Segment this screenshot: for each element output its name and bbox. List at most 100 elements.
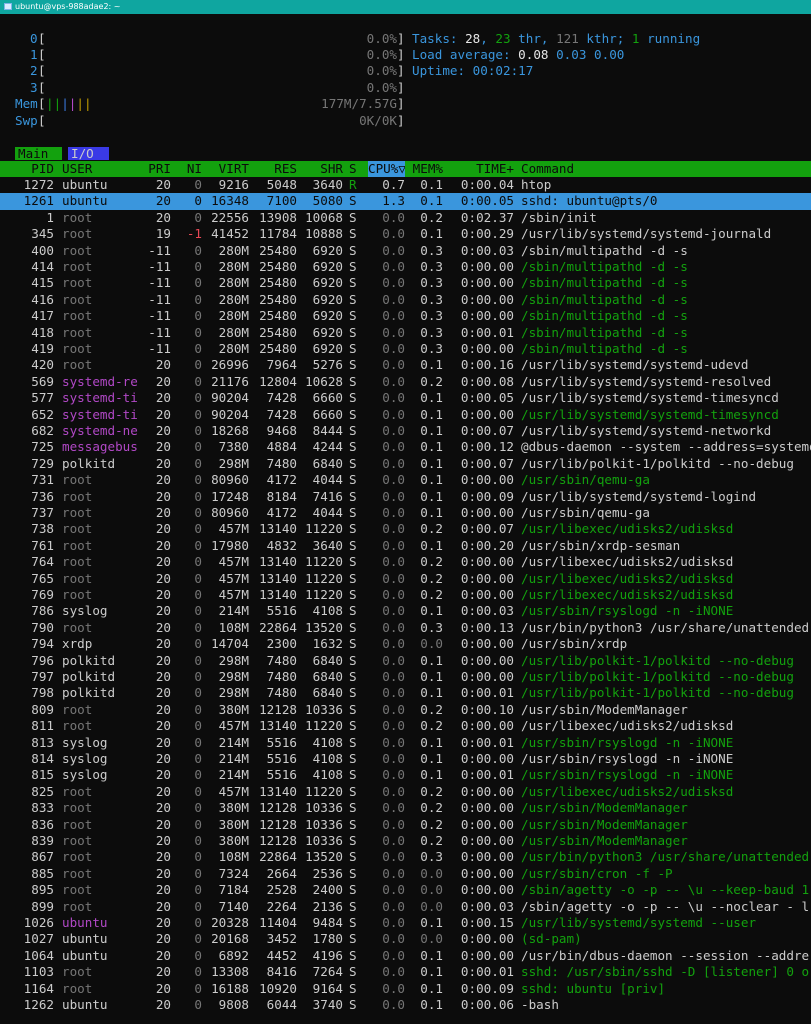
column-header-time[interactable]: TIME+ xyxy=(443,161,514,177)
process-row[interactable]: 809 root 20 0 380M 12128 10336 S 0.0 0.2 0:00.10/u… xyxy=(0,702,811,718)
process-row[interactable]: 1261 ubuntu 20 0 16348 7100 5080 S 1.3 0.1 0:00.05… xyxy=(0,193,811,210)
process-row[interactable]: 1272 ubuntu 20 0 9216 5048 3640 R 0.7 0.1 0:00.04 h… xyxy=(0,177,811,193)
process-virt: 108M xyxy=(218,619,249,635)
process-row[interactable]: 790 root 20 0 108M 22864 13520 S 0.0 0.3 0:00.13/u… xyxy=(0,620,811,636)
process-res: 7480 xyxy=(266,669,297,684)
process-user: root xyxy=(62,537,93,553)
process-row[interactable]: 737 root 20 0 80960 4172 4044 S 0.0 0.1 0:00.00/us… xyxy=(0,505,811,521)
process-row[interactable]: 797 polkitd 20 0 298M 7480 6840 S 0.0 0.1 0:00.00 /… xyxy=(0,669,811,685)
column-header-priority[interactable]: PRI xyxy=(146,161,171,177)
process-row[interactable]: 682 systemd-ne 20 0 18268 9468 8444 S 0.0 0.1 0:00… xyxy=(0,423,811,439)
process-row[interactable]: 416 root -11 0 280M 25480 6920 S 0.0 0.3 0:00.00/s… xyxy=(0,292,811,308)
column-header-mem-percent[interactable]: MEM% xyxy=(405,161,443,177)
process-row[interactable]: 418 root -11 0 280M 25480 6920 S 0.0 0.3 0:00.01/s… xyxy=(0,325,811,341)
process-row[interactable]: 652 systemd-ti 20 0 90204 7428 6660 S 0.0 0.1 0:00… xyxy=(0,407,811,423)
process-row[interactable]: 1064 ubuntu 20 0 6892 4452 4196 S 0.0 0.1 0:00.00 /… xyxy=(0,948,811,964)
process-time: 0:00.07 xyxy=(460,521,514,537)
process-row[interactable]: 786 syslog 20 0 214M 5516 4108 S 0.0 0.1 0:00.03/u… xyxy=(0,603,811,619)
process-user: syslog xyxy=(62,767,108,783)
process-row[interactable]: 569 systemd-re 20 0 21176 12804 10628 S 0.0 0.2 0:… xyxy=(0,374,811,390)
process-row[interactable]: 798 polkitd 20 0 298M 7480 6840 S 0.0 0.1 0:00.01 /… xyxy=(0,685,811,701)
tab-io[interactable]: I/O xyxy=(68,147,109,160)
process-row[interactable]: 1164 root 20 0 16188 10920 9164 S 0.0 0.1 0:00.09 s… xyxy=(0,981,811,997)
process-row[interactable]: 839 root 20 0 380M 12128 10336 S 0.0 0.2 0:00.00/u… xyxy=(0,833,811,849)
process-row[interactable]: 400 root -11 0 280M 25480 6920 S 0.0 0.3 0:00.03/s… xyxy=(0,243,811,259)
column-header-user[interactable]: USER xyxy=(62,161,146,177)
terminal-icon xyxy=(4,3,12,10)
process-row[interactable]: 731 root 20 0 80960 4172 4044 S 0.0 0.1 0:00.00/us… xyxy=(0,472,811,488)
process-row[interactable]: 811 root 20 0 457M 13140 11220 S 0.0 0.2 0:00.00/u… xyxy=(0,718,811,734)
process-row[interactable]: 725 messagebus 20 0 7380 4884 4244 S 0.0 0.1 0:00.… xyxy=(0,439,811,455)
process-row[interactable]: 736 root 20 0 17248 8184 7416 S 0.0 0.1 0:00.09/us… xyxy=(0,489,811,505)
column-header-cpu-percent[interactable]: CPU%▽ xyxy=(368,160,405,177)
process-cpu-percent: 0.0 xyxy=(382,865,405,881)
process-row[interactable]: 577 systemd-ti 20 0 90204 7428 6660 S 0.0 0.1 0:00… xyxy=(0,390,811,406)
process-res: 12804 xyxy=(259,373,297,389)
process-row[interactable]: 813 syslog 20 0 214M 5516 4108 S 0.0 0.1 0:00.01/u… xyxy=(0,735,811,751)
process-row[interactable]: 815 syslog 20 0 214M 5516 4108 S 0.0 0.1 0:00.01/u… xyxy=(0,767,811,783)
process-state: S xyxy=(349,209,357,225)
process-row[interactable]: 1026 ubuntu 20 0 20328 11404 9484 S 0.0 0.1 0:00.1… xyxy=(0,915,811,931)
process-row[interactable]: 738 root 20 0 457M 13140 11220 S 0.0 0.2 0:00.07/u… xyxy=(0,521,811,537)
column-header-shr[interactable]: SHR xyxy=(297,161,343,177)
process-nice: 0 xyxy=(194,521,202,537)
process-row[interactable]: 814 syslog 20 0 214M 5516 4108 S 0.0 0.1 0:00.00/u… xyxy=(0,751,811,767)
process-state: S xyxy=(349,291,357,307)
process-row[interactable]: 769 root 20 0 457M 13140 11220 S 0.0 0.2 0:00.00/u… xyxy=(0,587,811,603)
process-row[interactable]: 420 root 20 0 26996 7964 5276 S 0.0 0.1 0:00.16/us… xyxy=(0,357,811,373)
column-header-command[interactable]: Command xyxy=(521,161,811,177)
process-state: S xyxy=(349,587,357,602)
process-command: -bash xyxy=(521,997,559,1012)
process-res: 7428 xyxy=(266,406,297,422)
process-time: 0:00.07 xyxy=(460,423,514,438)
process-row[interactable]: 761 root 20 0 17980 4832 3640 S 0.0 0.1 0:00.20/us… xyxy=(0,538,811,554)
tab-main[interactable]: Main xyxy=(15,147,62,160)
process-row[interactable]: 895 root 20 0 7184 2528 2400 S 0.0 0.0 0:00.00/sbi… xyxy=(0,882,811,898)
process-command: /usr/lib/systemd/systemd-resolved xyxy=(521,373,772,389)
process-user: syslog xyxy=(62,751,108,766)
process-row[interactable]: 833 root 20 0 380M 12128 10336 S 0.0 0.2 0:00.00/u… xyxy=(0,800,811,816)
process-row[interactable]: 417 root -11 0 280M 25480 6920 S 0.0 0.3 0:00.00/s… xyxy=(0,308,811,324)
process-row[interactable]: 764 root 20 0 457M 13140 11220 S 0.0 0.2 0:00.00/u… xyxy=(0,554,811,570)
process-row[interactable]: 415 root -11 0 280M 25480 6920 S 0.0 0.3 0:00.00/s… xyxy=(0,275,811,291)
process-row[interactable]: 1027 ubuntu 20 0 20168 3452 1780 S 0.0 0.0 0:00.00… xyxy=(0,931,811,947)
process-row[interactable]: 836 root 20 0 380M 12128 10336 S 0.0 0.2 0:00.00/u… xyxy=(0,817,811,833)
column-header-res[interactable]: RES xyxy=(249,161,297,177)
tasks-label: Tasks: xyxy=(412,30,466,46)
process-cpu-percent: 0.0 xyxy=(382,997,405,1012)
process-pid: 867 xyxy=(31,849,54,865)
process-state: S xyxy=(349,865,357,881)
process-state: S xyxy=(349,980,357,996)
process-row[interactable]: 729 polkitd 20 0 298M 7480 6840 S 0.0 0.1 0:00.07 /… xyxy=(0,456,811,472)
process-res: 5516 xyxy=(266,734,297,750)
process-pid: 815 xyxy=(31,767,54,783)
process-row[interactable]: 1262 ubuntu 20 0 9808 6044 3740 S 0.0 0.1 0:00.06-… xyxy=(0,997,811,1013)
process-row[interactable]: 419 root -11 0 280M 25480 6920 S 0.0 0.3 0:00.00/s… xyxy=(0,341,811,357)
process-shr: 4044 xyxy=(312,505,343,520)
process-row[interactable]: 885 root 20 0 7324 2664 2536 S 0.0 0.0 0:00.00/usr… xyxy=(0,866,811,882)
process-priority: 20 xyxy=(155,537,171,553)
process-row[interactable]: 899 root 20 0 7140 2264 2136 S 0.0 0.0 0:00.03/sbi… xyxy=(0,899,811,915)
process-row[interactable]: 1103 root 20 0 13308 8416 7264 S 0.0 0.1 0:00.01 ss… xyxy=(0,964,811,980)
process-row[interactable]: 794 xrdp 20 0 14704 2300 1632 S 0.0 0.0 0:00.00/us… xyxy=(0,636,811,652)
column-header-state[interactable]: S xyxy=(349,161,363,177)
process-mem-percent: 0.2 xyxy=(420,833,443,848)
process-priority: 20 xyxy=(155,882,171,898)
process-row[interactable]: 345 root 19 -1 41452 11784 10888 S 0.0 0.1 0:00.29… xyxy=(0,226,811,242)
process-row[interactable]: 765 root 20 0 457M 13140 11220 S 0.0 0.2 0:00.00/u… xyxy=(0,571,811,587)
window-title-bar[interactable]: ubuntu@vps-988adae2: ~ xyxy=(0,0,811,14)
process-time: 0:00.00 xyxy=(460,783,514,799)
cpu-meter-value: 0.0% xyxy=(366,79,397,95)
process-row[interactable]: 1 root 20 0 22556 13908 10068 S 0.0 0.2 0:02.37/sb… xyxy=(0,210,811,226)
process-row[interactable]: 796 polkitd 20 0 298M 7480 6840 S 0.0 0.1 0:00.00 /… xyxy=(0,653,811,669)
process-row[interactable]: 867 root 20 0 108M 22864 13520 S 0.0 0.3 0:00.00/u… xyxy=(0,849,811,865)
column-header-virt[interactable]: VIRT xyxy=(202,161,249,177)
process-res: 4172 xyxy=(266,472,297,488)
column-header-nice[interactable]: NI xyxy=(171,161,202,177)
process-state: S xyxy=(349,751,357,766)
process-row[interactable]: 825 root 20 0 457M 13140 11220 S 0.0 0.2 0:00.00/u… xyxy=(0,784,811,800)
process-row[interactable]: 414 root -11 0 280M 25480 6920 S 0.0 0.3 0:00.00/s… xyxy=(0,259,811,275)
column-header-pid[interactable]: PID xyxy=(0,161,54,177)
process-res: 4172 xyxy=(266,505,297,520)
swap-meter-value: 0K/0K xyxy=(359,112,397,128)
